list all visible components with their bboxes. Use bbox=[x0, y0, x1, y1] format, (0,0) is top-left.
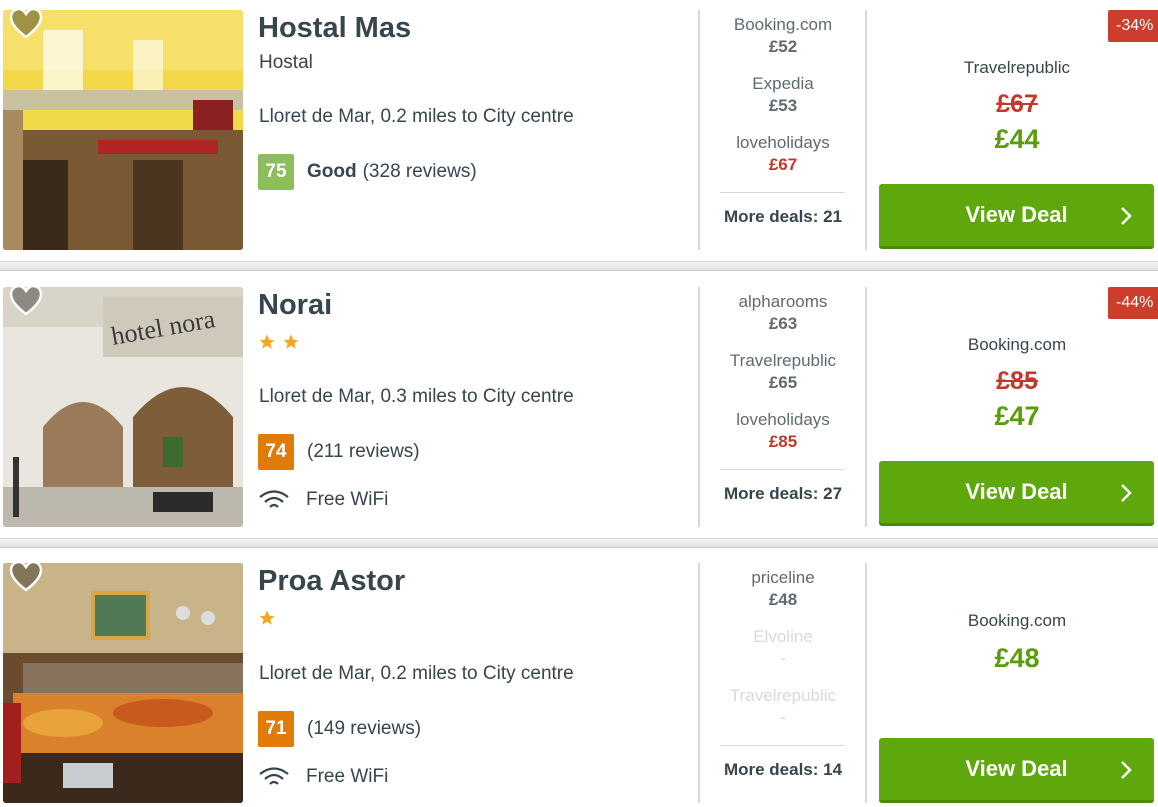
star-rating bbox=[258, 333, 302, 353]
deal-item[interactable]: alpharooms £63 bbox=[700, 291, 866, 350]
view-deal-label: View Deal bbox=[965, 202, 1068, 227]
more-deals-link[interactable]: More deals: 21 bbox=[700, 207, 866, 227]
hotel-location: Lloret de Mar, 0.2 miles to City centre bbox=[259, 663, 574, 684]
discount-badge: -34% bbox=[1108, 10, 1158, 42]
more-deals-link[interactable]: More deals: 14 bbox=[700, 760, 866, 780]
deal-price: £48 bbox=[768, 590, 798, 609]
deal-item: Elvoline - bbox=[700, 626, 866, 685]
hotel-photo[interactable] bbox=[3, 563, 243, 803]
best-deal-provider: Travelrepublic bbox=[963, 58, 1071, 77]
deal-price-main: £48 bbox=[994, 643, 1040, 673]
deal-item[interactable]: Travelrepublic £65 bbox=[700, 350, 866, 409]
original-price: £67 bbox=[996, 90, 1038, 118]
heart-icon[interactable] bbox=[9, 285, 43, 317]
hotel-card: Proa Astor Lloret de Mar, 0.2 miles to C… bbox=[0, 553, 1158, 807]
view-deal-label: View Deal bbox=[965, 479, 1068, 504]
rating-label: Good bbox=[307, 161, 357, 182]
divider bbox=[720, 192, 845, 193]
review-count[interactable]: (211 reviews) bbox=[307, 441, 420, 463]
best-deal-provider: Booking.com bbox=[967, 335, 1067, 354]
hotel-location: Lloret de Mar, 0.3 miles to City centre bbox=[259, 386, 574, 407]
deal-price: £53 bbox=[768, 96, 798, 115]
deal-price: £63 bbox=[768, 314, 798, 333]
chevron-right-icon bbox=[1121, 207, 1132, 225]
deal-price: £65 bbox=[768, 373, 798, 392]
deal-provider: Travelrepublic bbox=[729, 686, 837, 705]
heart-icon[interactable] bbox=[9, 561, 43, 593]
score-badge: 71 bbox=[258, 711, 294, 747]
divider bbox=[865, 563, 867, 803]
view-deal-label: View Deal bbox=[965, 756, 1068, 781]
deal-provider: priceline bbox=[751, 568, 815, 587]
amenity: Free WiFi bbox=[258, 487, 388, 513]
view-deal-button[interactable]: View Deal bbox=[879, 461, 1154, 526]
deals-list: Booking.com £52 Expedia £53 loveholidays… bbox=[700, 14, 866, 191]
deals-list: alpharooms £63 Travelrepublic £65 loveho… bbox=[700, 291, 866, 468]
chevron-right-icon bbox=[1121, 484, 1132, 502]
card-separator bbox=[0, 261, 1158, 271]
score-badge: 74 bbox=[258, 434, 294, 470]
hotel-photo[interactable] bbox=[3, 10, 243, 250]
deal-item[interactable]: Expedia £53 bbox=[700, 73, 866, 132]
deal-provider: Booking.com bbox=[733, 15, 833, 34]
more-deals-link[interactable]: More deals: 27 bbox=[700, 484, 866, 504]
hotel-location: Lloret de Mar, 0.2 miles to City centre bbox=[259, 106, 574, 127]
card-separator bbox=[0, 538, 1158, 548]
star-icon bbox=[259, 334, 275, 349]
divider bbox=[720, 469, 845, 470]
view-deal-button[interactable]: View Deal bbox=[879, 738, 1154, 803]
deal-item[interactable]: loveholidays £67 bbox=[700, 132, 866, 191]
deal-price-main: £44 bbox=[994, 124, 1040, 154]
deal-provider: Travelrepublic bbox=[729, 351, 837, 370]
deal-provider: alpharooms bbox=[738, 292, 828, 311]
rating: 71 (149 reviews) bbox=[258, 711, 421, 747]
deal-price: £67 bbox=[768, 155, 798, 174]
divider bbox=[720, 745, 845, 746]
discount-badge: -44% bbox=[1108, 287, 1158, 319]
heart-icon[interactable] bbox=[9, 8, 43, 40]
deal-item[interactable]: loveholidays £85 bbox=[700, 409, 866, 468]
deal-provider: Expedia bbox=[752, 74, 814, 93]
deals-list: priceline £48 Elvoline - Travelrepublic … bbox=[700, 567, 866, 744]
star-icon bbox=[259, 610, 275, 625]
deal-provider: loveholidays bbox=[736, 410, 830, 429]
chevron-right-icon bbox=[1121, 761, 1132, 779]
hotel-photo[interactable]: hotel nora bbox=[3, 287, 243, 527]
rating: 74 (211 reviews) bbox=[258, 434, 420, 470]
review-count[interactable]: (328 reviews) bbox=[363, 161, 477, 183]
deal-price: £52 bbox=[768, 37, 798, 56]
amenity-label: Free WiFi bbox=[306, 489, 389, 510]
hotel-card: Hostal Mas Hostal Lloret de Mar, 0.2 mil… bbox=[0, 0, 1158, 258]
deal-price: - bbox=[780, 708, 786, 727]
hotel-type: Hostal bbox=[259, 52, 313, 73]
deal-item[interactable]: priceline £48 bbox=[700, 567, 866, 626]
deal-provider: loveholidays bbox=[736, 133, 830, 152]
hotel-name[interactable]: Hostal Mas bbox=[258, 12, 411, 45]
amenity-label: Free WiFi bbox=[306, 766, 389, 787]
deal-provider: Elvoline bbox=[753, 627, 813, 646]
deal-price-main: £47 bbox=[994, 401, 1040, 431]
best-deal-provider: Booking.com bbox=[967, 611, 1067, 630]
wifi-icon bbox=[259, 490, 289, 508]
wifi-icon bbox=[259, 767, 289, 785]
review-count[interactable]: (149 reviews) bbox=[307, 718, 421, 740]
deal-item[interactable]: Booking.com £52 bbox=[700, 14, 866, 73]
star-rating bbox=[258, 609, 278, 629]
rating: 75 Good (328 reviews) bbox=[258, 154, 477, 190]
view-deal-button[interactable]: View Deal bbox=[879, 184, 1154, 249]
deal-item: Travelrepublic - bbox=[700, 685, 866, 744]
hotel-name[interactable]: Norai bbox=[258, 289, 332, 322]
deal-price: - bbox=[780, 649, 786, 668]
hotel-card: hotel nora Norai Lloret de Mar, 0.3 mile… bbox=[0, 277, 1158, 535]
deal-price: £85 bbox=[768, 432, 798, 451]
star-icon bbox=[283, 334, 299, 349]
score-badge: 75 bbox=[258, 154, 294, 190]
amenity: Free WiFi bbox=[258, 764, 388, 790]
hotel-name[interactable]: Proa Astor bbox=[258, 565, 405, 598]
original-price: £85 bbox=[996, 367, 1038, 395]
